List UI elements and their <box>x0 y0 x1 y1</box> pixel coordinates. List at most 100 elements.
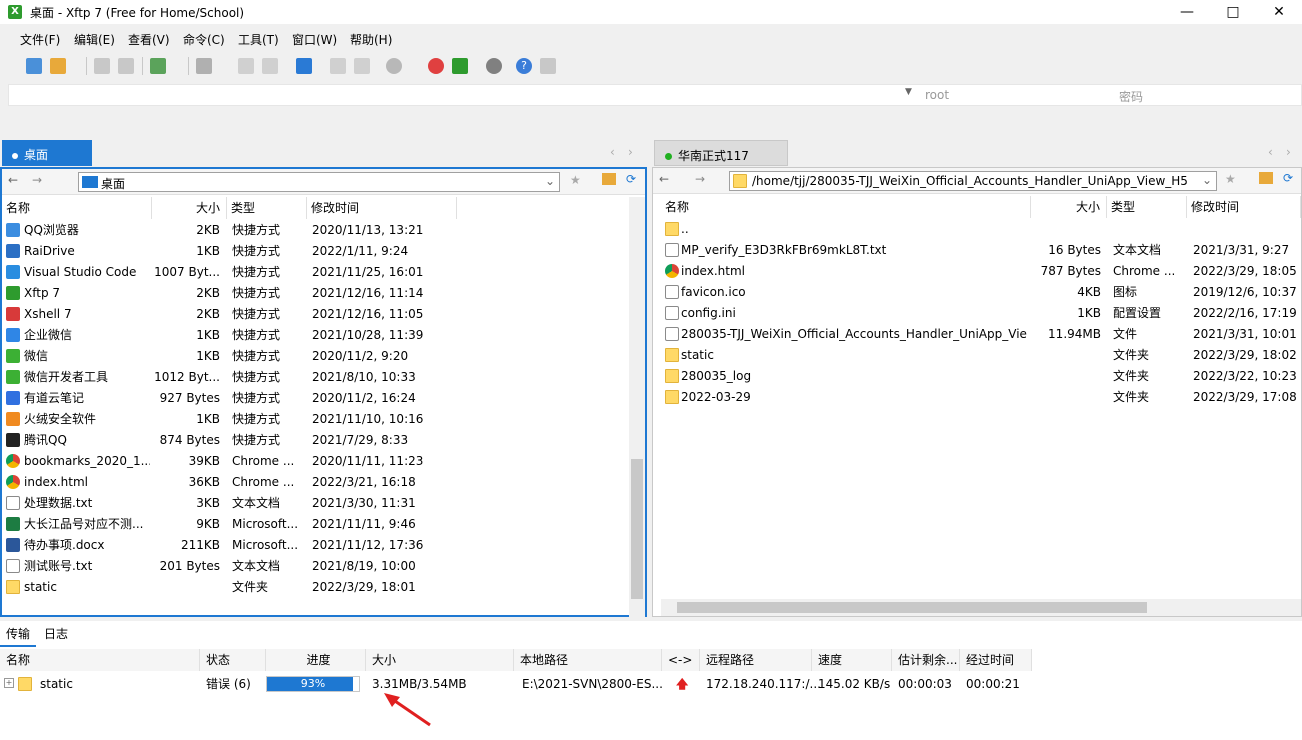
file-row[interactable]: static 文件夹 2022/3/29, 18:02 <box>661 345 1301 366</box>
right-hscroll-thumb[interactable] <box>677 602 1147 613</box>
expand-icon[interactable]: + <box>4 678 14 688</box>
right-hscrollbar[interactable] <box>661 599 1301 616</box>
file-row[interactable]: favicon.ico 4KB 图标 2019/12/6, 10:37 <box>661 282 1301 303</box>
file-row[interactable]: 微信 1KB 快捷方式 2020/11/2, 9:20 <box>2 346 629 367</box>
left-scroll-thumb[interactable] <box>631 459 643 599</box>
file-row[interactable]: Visual Studio Code 1007 Byt... 快捷方式 2021/11… <box>2 262 629 283</box>
stop-icon[interactable] <box>330 58 346 74</box>
resume-icon[interactable] <box>354 58 370 74</box>
file-row[interactable]: bookmarks_2020_1... 39KB Chrome ... 2020/11… <box>2 451 629 472</box>
new-tab-icon[interactable] <box>150 58 166 74</box>
col-size[interactable]: 大小 <box>152 197 227 219</box>
file-row[interactable]: RaiDrive 1KB 快捷方式 2022/1/11, 9:24 <box>2 241 629 262</box>
col-mtime[interactable]: 修改时间 <box>307 197 457 219</box>
file-row[interactable]: 有道云笔记 927 Bytes 快捷方式 2020/11/2, 16:24 <box>2 388 629 409</box>
right-path-field[interactable]: /home/tjj/280035-TJJ_WeiXin_Official_Acc… <box>729 171 1217 191</box>
tcol-size[interactable]: 大小 <box>366 649 514 671</box>
col-type[interactable]: 类型 <box>227 197 307 219</box>
refresh-icon[interactable]: ⟳ <box>1283 171 1293 185</box>
refresh-icon[interactable]: ⟳ <box>626 172 636 186</box>
file-row[interactable]: Xftp 7 2KB 快捷方式 2021/12/16, 11:14 <box>2 283 629 304</box>
view-icon[interactable] <box>196 58 212 74</box>
tcol-direction[interactable]: <-> <box>662 649 700 671</box>
tcol-progress[interactable]: 进度 <box>266 649 366 671</box>
file-row[interactable]: 火绒安全软件 1KB 快捷方式 2021/11/10, 10:16 <box>2 409 629 430</box>
open-folder-icon[interactable] <box>50 58 66 74</box>
back-icon[interactable]: ← <box>8 173 18 187</box>
file-row[interactable]: index.html 36KB Chrome ... 2022/3/21, 16:18 <box>2 472 629 493</box>
username-field[interactable]: root <box>925 88 949 102</box>
paste-icon[interactable] <box>262 58 278 74</box>
close-button[interactable]: ✕ <box>1256 0 1302 24</box>
left-path-field[interactable]: 桌面 ⌄ <box>78 172 560 192</box>
menu-window[interactable]: 窗口(W) <box>292 31 337 48</box>
menu-help[interactable]: 帮助(H) <box>350 31 392 48</box>
xshell-icon[interactable] <box>428 58 444 74</box>
file-row[interactable]: static 文件夹 2022/3/29, 18:01 <box>2 577 629 598</box>
status-icon[interactable] <box>386 58 402 74</box>
menu-edit[interactable]: 编辑(E) <box>74 31 115 48</box>
address-dropdown-icon[interactable]: ▼ <box>905 87 912 97</box>
path-dropdown-icon[interactable]: ⌄ <box>1202 173 1212 187</box>
file-row[interactable]: 微信开发者工具 1012 Byt... 快捷方式 2021/8/10, 10:33 <box>2 367 629 388</box>
gear-icon[interactable] <box>486 58 502 74</box>
col-name[interactable]: 名称 <box>661 196 1031 218</box>
new-session-icon[interactable] <box>26 58 42 74</box>
col-mtime[interactable]: 修改时间 <box>1187 196 1301 218</box>
tcol-remote-path[interactable]: 远程路径 <box>700 649 812 671</box>
file-row[interactable]: 2022-03-29 文件夹 2022/3/29, 17:08 <box>661 387 1301 408</box>
back-icon[interactable]: ← <box>659 172 669 186</box>
file-row[interactable]: 280035-TJJ_WeiXin_Official_Accounts_Hand… <box>661 324 1301 345</box>
file-row[interactable]: 测试账号.txt 201 Bytes 文本文档 2021/8/19, 10:00 <box>2 556 629 577</box>
file-row[interactable]: .. <box>661 219 1301 240</box>
copy-icon[interactable] <box>238 58 254 74</box>
forward-icon[interactable]: → <box>32 173 42 187</box>
file-row[interactable]: 280035_log 文件夹 2022/3/22, 10:23 <box>661 366 1301 387</box>
address-bar[interactable]: ▼ root 密码 <box>8 84 1302 106</box>
tcol-speed[interactable]: 速度 <box>812 649 892 671</box>
tab-next-icon[interactable]: › <box>628 145 633 159</box>
password-field[interactable]: 密码 <box>1119 88 1143 105</box>
col-type[interactable]: 类型 <box>1107 196 1187 218</box>
file-row[interactable]: index.html 787 Bytes Chrome ... 2022/3/29, … <box>661 261 1301 282</box>
menu-command[interactable]: 命令(C) <box>183 31 225 48</box>
file-row[interactable]: QQ浏览器 2KB 快捷方式 2020/11/13, 13:21 <box>2 220 629 241</box>
file-row[interactable]: 处理数据.txt 3KB 文本文档 2021/3/30, 11:31 <box>2 493 629 514</box>
xftp-icon[interactable] <box>452 58 468 74</box>
file-row[interactable]: 企业微信 1KB 快捷方式 2021/10/28, 11:39 <box>2 325 629 346</box>
tab-prev-icon[interactable]: ‹ <box>1268 145 1273 159</box>
file-row[interactable]: 腾讯QQ 874 Bytes 快捷方式 2021/7/29, 8:33 <box>2 430 629 451</box>
tcol-local-path[interactable]: 本地路径 <box>514 649 662 671</box>
menu-file[interactable]: 文件(F) <box>20 31 60 48</box>
tab-prev-icon[interactable]: ‹ <box>610 145 615 159</box>
tab-next-icon[interactable]: › <box>1286 145 1291 159</box>
file-row[interactable]: 大长江品号对应不测... 9KB Microsoft... 2021/11/11, 9… <box>2 514 629 535</box>
file-row[interactable]: MP_verify_E3D3RkFBr69mkL8T.txt 16 Bytes 文本… <box>661 240 1301 261</box>
tab-log[interactable]: 日志 <box>38 621 74 647</box>
file-row[interactable]: 待办事项.docx 211KB Microsoft... 2021/11/12, 17… <box>2 535 629 556</box>
col-size[interactable]: 大小 <box>1031 196 1107 218</box>
menu-tools[interactable]: 工具(T) <box>238 31 279 48</box>
forward-icon[interactable]: → <box>695 172 705 186</box>
tab-transfer[interactable]: 传输 <box>0 621 37 647</box>
help-icon[interactable]: ? <box>516 58 532 74</box>
file-row[interactable]: Xshell 7 2KB 快捷方式 2021/12/16, 11:05 <box>2 304 629 325</box>
file-row[interactable]: config.ini 1KB 配置设置 2022/2/16, 17:19 <box>661 303 1301 324</box>
home-folder-icon[interactable] <box>602 173 616 185</box>
favorite-star-icon[interactable]: ★ <box>570 173 581 187</box>
tcol-remaining[interactable]: 估计剩余... <box>892 649 960 671</box>
chat-icon[interactable] <box>540 58 556 74</box>
connect-icon[interactable] <box>94 58 110 74</box>
tab-desktop[interactable]: 桌面 <box>2 140 92 166</box>
tcol-name[interactable]: 名称 <box>0 649 200 671</box>
favorite-star-icon[interactable]: ★ <box>1225 172 1236 186</box>
left-scrollbar[interactable] <box>629 197 645 617</box>
transfer-row[interactable]: + static 错误 (6) 93% 3.31MB/3.54MB E:\202… <box>0 673 1302 695</box>
home-folder-icon[interactable] <box>1259 172 1273 184</box>
disconnect-icon[interactable] <box>118 58 134 74</box>
tcol-status[interactable]: 状态 <box>200 649 266 671</box>
col-name[interactable]: 名称 <box>2 197 152 219</box>
sync-icon[interactable] <box>296 58 312 74</box>
tcol-elapsed[interactable]: 经过时间 <box>960 649 1032 671</box>
menu-view[interactable]: 查看(V) <box>128 31 170 48</box>
